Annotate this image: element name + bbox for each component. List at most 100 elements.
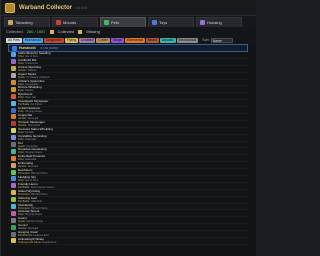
list-item[interactable]: Aetherblossom Seedling Drop: Isle of Dorn — [8, 52, 248, 59]
filter-chip[interactable]: Dragonkin — [43, 37, 64, 43]
tab-tabarding[interactable]: Tabarding — [4, 17, 50, 27]
category-progress: 0 / 81 (0.0%) — [40, 46, 58, 50]
version-label: v1.0.0 — [76, 5, 88, 10]
filter-chip[interactable]: Undead — [79, 37, 96, 43]
collected-checkbox[interactable] — [49, 29, 54, 34]
list-item[interactable]: Glowcap Sprout Drop: Ringing Deeps — [8, 210, 248, 218]
missing-option-label: Missing — [86, 29, 100, 34]
title-bar[interactable]: Warband Collector v1.0.0 — [1, 0, 256, 16]
tab-mounts[interactable]: Mounts — [52, 17, 98, 27]
list-item[interactable]: Emberwing Vendor: Dornogal — [8, 162, 248, 170]
window-title: Warband Collector — [19, 4, 73, 11]
pet-icon — [11, 155, 16, 161]
list-item[interactable]: Gummi Vendor: Dornogal — [8, 224, 248, 232]
pet-icon — [11, 107, 16, 113]
collection-filter-row: Collected 280 / 1987 Collected Missing — [1, 27, 256, 36]
list-item-text: Crimson Messenger Vendor: Stormwind — [18, 120, 45, 127]
tab-icon — [56, 20, 61, 25]
list-item-text: Friendly Heron Pet Battle: Mycomancer Cav… — [18, 182, 55, 189]
list-item-text: Arcane Wyrmling Vendor: Dalaran — [18, 65, 41, 72]
list-item-text: Ancillcraft Bot Drop: Undermine — [18, 58, 38, 65]
tab-pets[interactable]: Pets — [100, 17, 146, 27]
list-item[interactable]: Gilded Wyrmling Promotion: Blizzard Store — [8, 189, 248, 197]
tab-bar: Tabarding Mounts Pets Toys Housing — [1, 16, 256, 27]
list-item[interactable]: Everbloom Promotion: Blizzard Store — [8, 169, 248, 177]
collected-count: 280 / 1987 — [26, 29, 46, 34]
pet-icon — [11, 100, 16, 106]
type-filter-row: All Pets Humanoid Dragonkin Flying Undead Cri… — [1, 36, 256, 44]
list-item[interactable]: Friendly Heron Pet Battle: Mycomancer Cav… — [8, 182, 248, 190]
list-item[interactable]: Hanging Crawl World Event: Hallow's End — [8, 231, 248, 239]
filter-chip[interactable]: Beast — [145, 37, 159, 43]
pet-icon — [11, 114, 16, 120]
filter-chip[interactable]: All Pets — [6, 37, 22, 43]
tab-label: Housing — [207, 20, 222, 25]
list-item[interactable]: Bronze Whelpling Drop: Tanaris — [8, 86, 248, 94]
tab-label: Mounts — [63, 20, 77, 25]
pet-icon — [11, 93, 16, 99]
tab-icon — [152, 20, 157, 25]
filter-chip[interactable]: Aquatic — [159, 37, 176, 43]
collected-option-label: Collected — [57, 29, 75, 34]
tab-housing[interactable]: Housing — [196, 17, 242, 27]
tab-icon — [8, 20, 13, 25]
list-item[interactable]: Fledgling Sky Drop: Isle of Dorn — [8, 175, 248, 183]
addon-logo-icon — [5, 2, 15, 13]
sort-label: Sort: — [202, 38, 210, 42]
pet-icon — [11, 190, 16, 196]
pet-icon — [11, 183, 16, 189]
filter-chip[interactable]: Humanoid — [22, 37, 43, 43]
list-item[interactable]: Cobalt Nuisance Drop: Ringing Deeps — [8, 107, 248, 115]
list-item[interactable]: Argent Squire Quest: Crusaders Coliseum — [8, 72, 248, 80]
pet-icon — [11, 59, 16, 65]
list-item[interactable]: Arcane Wyrmling Vendor: Dalaran — [8, 65, 248, 73]
list-item[interactable]: Ancillcraft Bot Drop: Undermine — [8, 58, 248, 66]
pet-icon — [11, 148, 16, 154]
pet-icon — [11, 176, 16, 182]
list-item-text: Crystalline Gemmling Drop: Hallowfall — [18, 134, 47, 141]
list-item[interactable]: Hollowbright Whelp Trading Card Game: Hea… — [8, 238, 248, 245]
type-filter-chips: All Pets Humanoid Dragonkin Flying Undead Cri… — [6, 37, 199, 43]
pet-icon — [11, 162, 16, 168]
pet-icon — [11, 86, 16, 92]
list-item-text: Gilded Wyrmling Promotion: Blizzard Store — [18, 189, 47, 196]
pet-icon — [11, 217, 16, 223]
source-location: Hearthstone — [42, 241, 57, 244]
source-location: Earthen Forge — [26, 220, 43, 224]
pet-source: Trading Card Game: Hearthstone — [18, 241, 56, 244]
pet-icon — [11, 204, 16, 210]
source-location: Ringing Deeps — [25, 213, 43, 217]
list-item-text: Crescent Saber Whelpling Drop: Feralas — [18, 127, 53, 134]
list-item[interactable]: Glittering Leaf Pet Battle: Hallowfall — [8, 196, 248, 204]
list-item-text: Argent Squire Quest: Crusaders Coliseum — [18, 72, 50, 79]
list-item[interactable]: Crystalline Gemmling Drop: Hallowfall — [8, 134, 248, 142]
list-item[interactable]: Glowbuddy Promotion: Blizzard Store — [8, 203, 248, 211]
filter-chip[interactable]: Magic — [110, 37, 125, 43]
filter-chip[interactable]: Flying — [64, 37, 79, 43]
tab-icon — [200, 20, 205, 25]
tab-toys[interactable]: Toys — [148, 17, 194, 27]
filter-chip[interactable]: Elemental — [125, 37, 145, 43]
pet-icon — [11, 197, 16, 203]
list-item[interactable]: Golem Quest: Earthen Forge — [8, 217, 248, 225]
source-type: Trading Card Game: — [18, 241, 42, 244]
tab-label: Pets — [111, 20, 120, 25]
category-header[interactable]: Humanoid 0 / 81 (0.0%) — [8, 44, 248, 52]
pet-icon — [11, 142, 16, 148]
pet-list[interactable]: Aetherblossom Seedling Drop: Isle of Dorn… — [8, 52, 248, 256]
list-item-text: Hollowbright Whelp Trading Card Game: Hea… — [18, 238, 56, 245]
list-item[interactable]: Artisan's Apprentice Drop: Forgeworks — [8, 79, 248, 87]
pet-icon — [11, 73, 16, 79]
missing-checkbox[interactable] — [78, 29, 83, 34]
filter-chip[interactable]: Mechanical — [176, 37, 199, 43]
sort-dropdown[interactable]: Name — [210, 37, 233, 43]
tab-icon — [104, 20, 109, 25]
list-item[interactable]: Cloudspark Skyhopper Pet Battle: Azj-Kahe… — [8, 100, 248, 108]
category-name: Humanoid — [19, 46, 36, 50]
filter-chip[interactable]: Critter — [96, 37, 110, 43]
pet-icon — [11, 66, 16, 72]
list-item[interactable]: Emberfield Protector Drop: Hallowfall — [8, 155, 248, 163]
pet-icon — [11, 52, 16, 58]
tab-label: Toys — [159, 20, 168, 25]
collected-label: Collected — [6, 29, 23, 34]
